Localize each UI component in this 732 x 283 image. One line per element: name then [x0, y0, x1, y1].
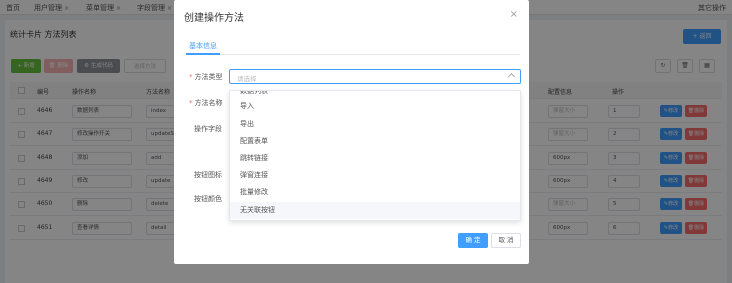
- tab-basic-info[interactable]: 基本信息: [189, 41, 217, 51]
- method-type-text: 方法类型: [194, 73, 223, 81]
- dropdown-option[interactable]: 无关联按钮: [230, 202, 520, 219]
- dropdown-option[interactable]: 弹窗连接: [230, 167, 520, 184]
- tab-active-indicator: [186, 53, 220, 55]
- tab-divider: [186, 54, 520, 55]
- button-icon-label: 按钮图标: [194, 171, 222, 179]
- confirm-button[interactable]: 确 定: [458, 233, 488, 248]
- cancel-button[interactable]: 取 消: [491, 233, 521, 248]
- required-marker: *: [189, 73, 193, 81]
- method-name-text: 方法名称: [194, 99, 223, 107]
- dropdown-option[interactable]: 跳转链接: [230, 150, 520, 167]
- required-marker: *: [189, 99, 193, 107]
- dropdown-option[interactable]: 导入: [230, 98, 520, 115]
- dialog-title: 创建操作方法: [184, 13, 244, 24]
- method-type-dropdown: 数据列表 导入 导出 配置表单 跳转链接 弹窗连接 批量修改 无关联按钮: [229, 90, 521, 221]
- method-name-label: * 方法名称: [189, 98, 223, 108]
- create-method-dialog: 创建操作方法 × 基本信息 * 方法类型 请选择 * 方法名称 操作字段 按钮图标 …: [174, 0, 529, 264]
- dropdown-option[interactable]: 导出: [230, 116, 520, 133]
- close-icon[interactable]: ×: [510, 10, 518, 20]
- dropdown-option[interactable]: 批量修改: [230, 184, 520, 201]
- dropdown-option[interactable]: 配置表单: [230, 133, 520, 150]
- chevron-up-icon: [507, 72, 516, 81]
- select-placeholder: 请选择: [237, 75, 257, 83]
- method-type-select[interactable]: 请选择: [229, 69, 521, 84]
- method-type-label: * 方法类型: [189, 72, 223, 82]
- operation-field-label: 操作字段: [194, 125, 222, 133]
- button-color-label: 按钮颜色: [194, 195, 222, 203]
